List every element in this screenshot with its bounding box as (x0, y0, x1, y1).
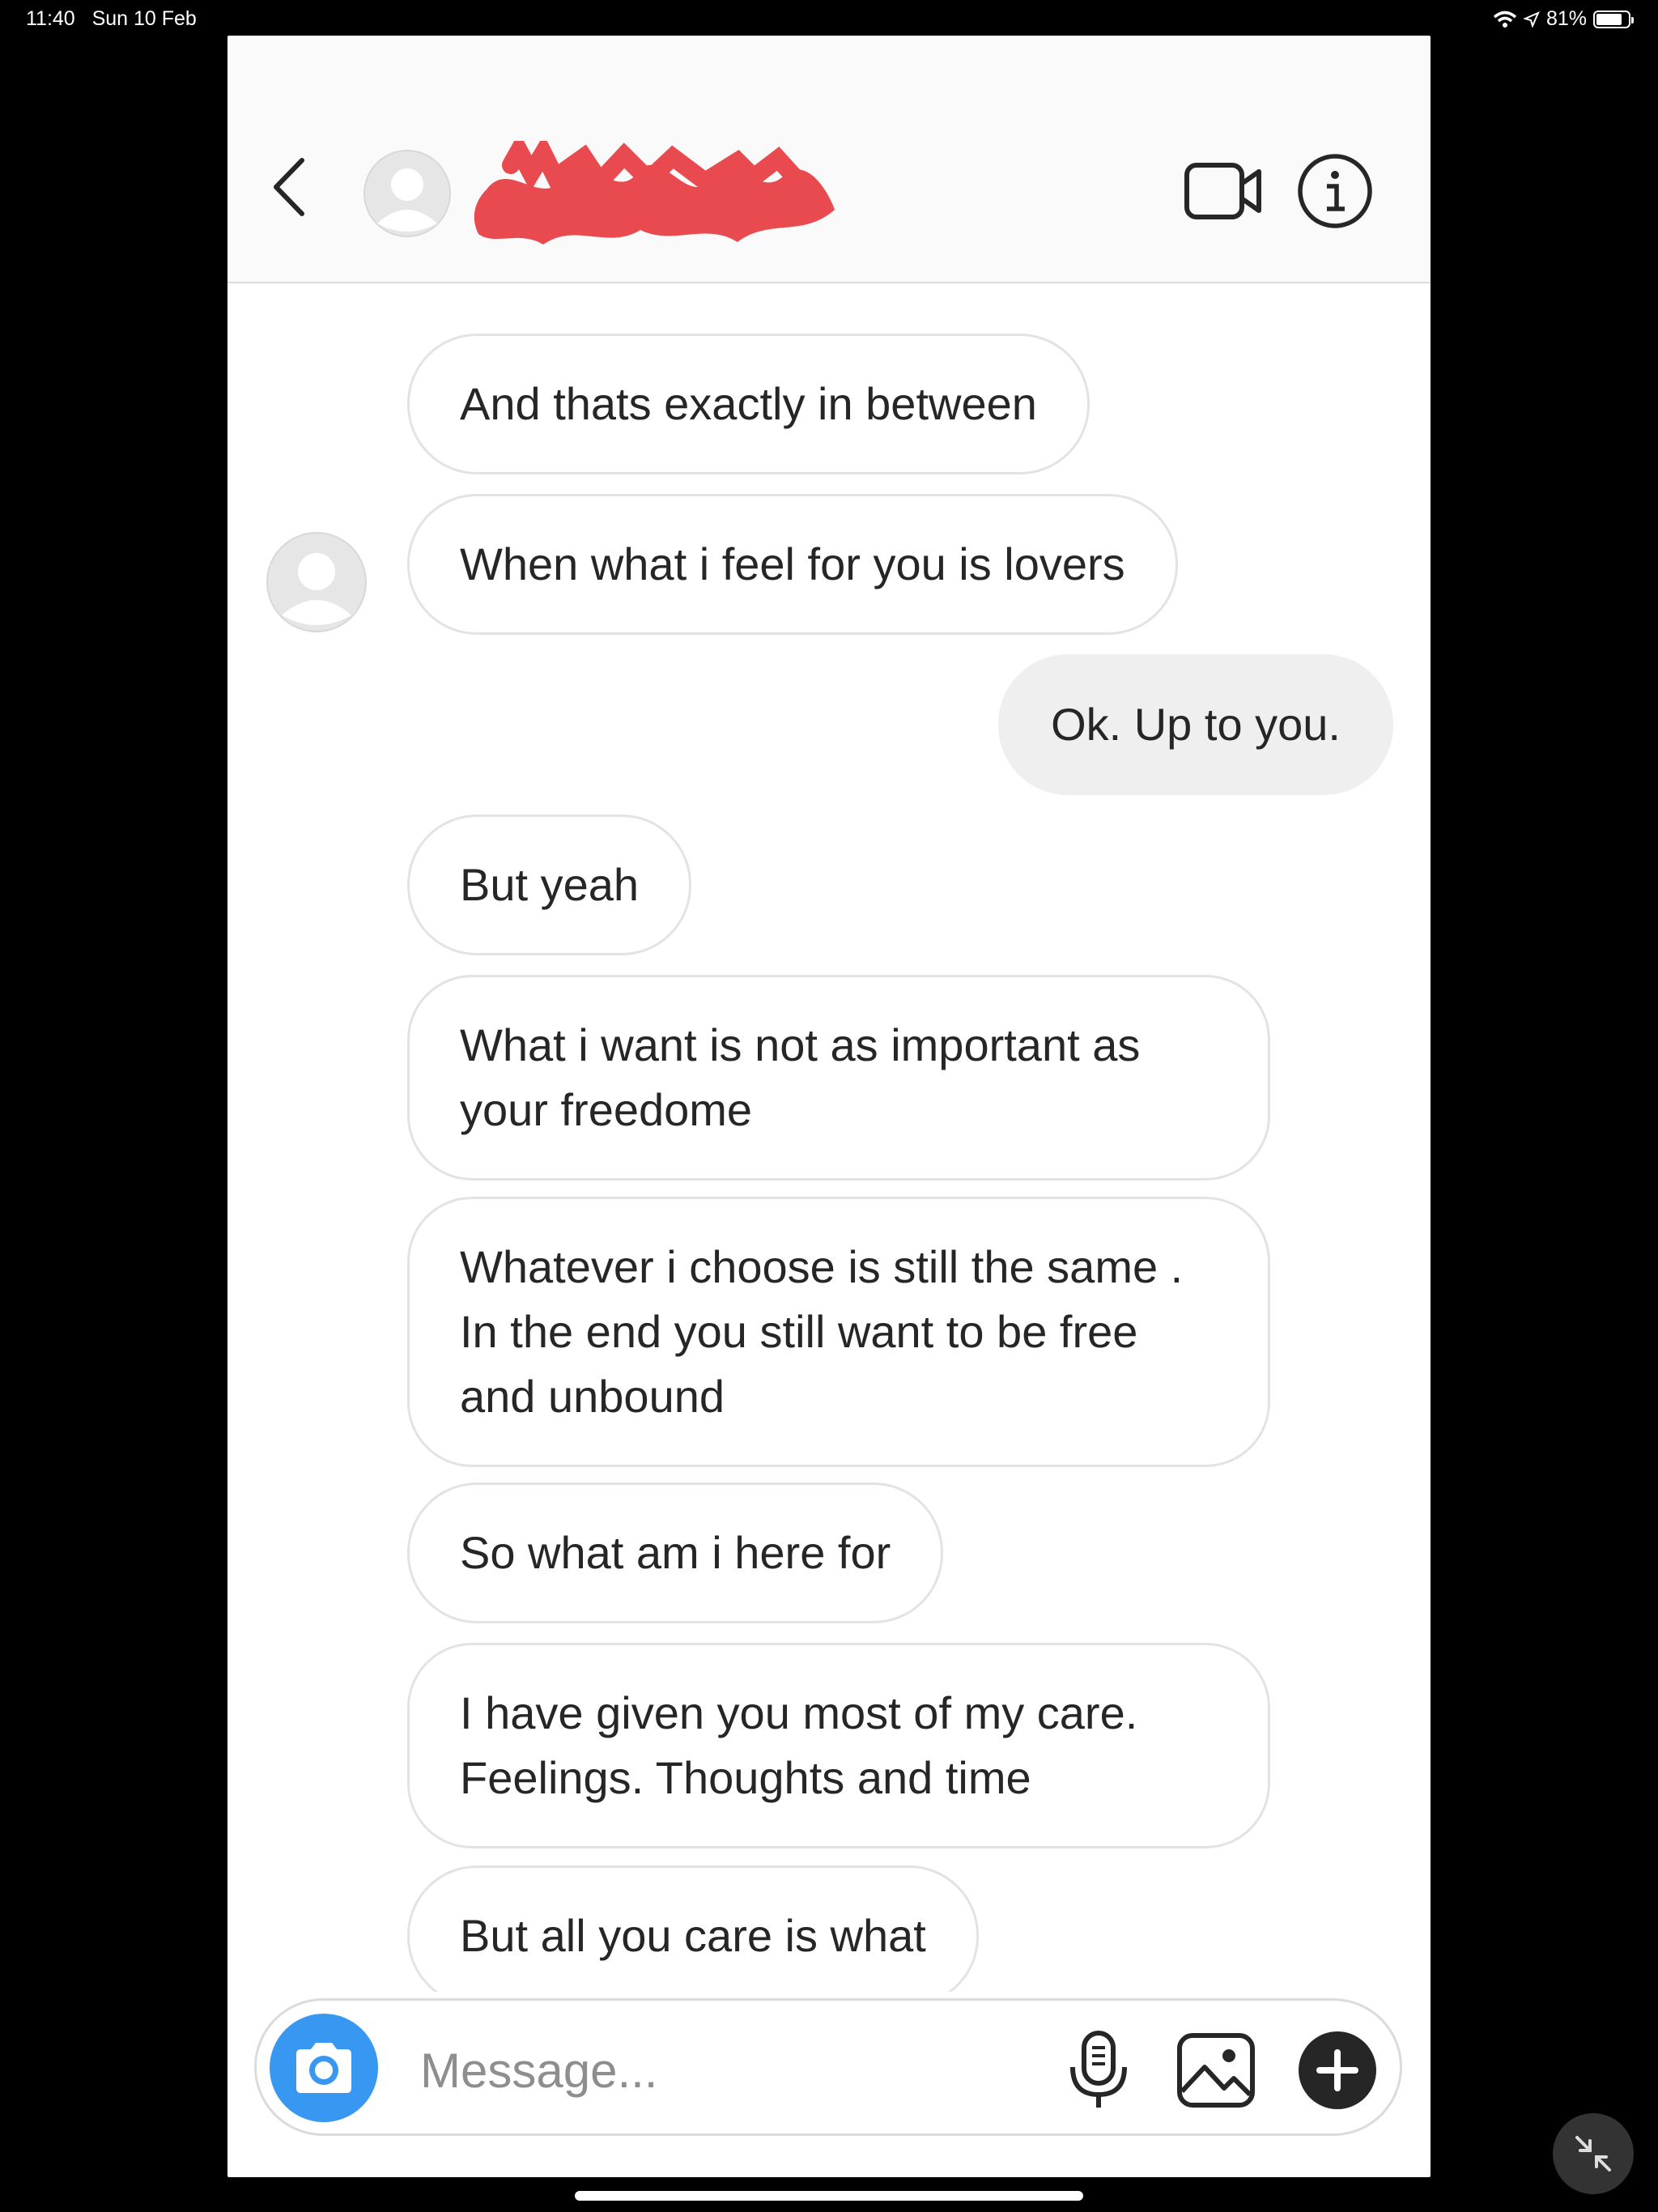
image-icon[interactable] (1175, 2031, 1256, 2109)
status-indicators: 81% (1493, 7, 1634, 31)
message-bubble[interactable]: And thats exactly in between (407, 334, 1090, 474)
chat-header (227, 36, 1431, 283)
message-bubble[interactable]: But yeah (407, 815, 692, 955)
video-call-icon[interactable] (1183, 159, 1264, 223)
location-arrow-icon (1523, 11, 1540, 28)
message-bubble[interactable]: So what am i here for (407, 1482, 944, 1623)
message-bubble[interactable]: I have given you most of my care. Feelin… (407, 1643, 1270, 1848)
battery-percent: 81% (1545, 7, 1587, 30)
minimize-button[interactable] (1553, 2113, 1634, 2194)
camera-button[interactable] (270, 2014, 378, 2122)
microphone-icon[interactable] (1066, 2030, 1131, 2111)
chat-window: And thats exactly in between When what i… (227, 36, 1431, 2177)
info-icon[interactable] (1296, 152, 1374, 230)
plus-icon[interactable] (1297, 2030, 1378, 2111)
sender-avatar[interactable] (266, 531, 368, 633)
status-time: 11:40 Sun 10 Feb (26, 7, 197, 30)
chevron-left-icon (274, 158, 304, 216)
message-bubble[interactable]: When what i feel for you is lovers (407, 494, 1178, 635)
battery-icon (1593, 10, 1634, 28)
message-bubble[interactable]: What i want is not as important as your … (407, 975, 1270, 1180)
wifi-icon (1493, 11, 1517, 28)
message-bubble[interactable]: But all you care is what (407, 1865, 979, 1992)
message-bubble-sent[interactable]: Ok. Up to you. (998, 654, 1393, 795)
status-date: Sun 10 Feb (91, 7, 197, 30)
back-button[interactable] (260, 158, 317, 216)
contact-avatar[interactable] (363, 149, 452, 238)
message-bubble[interactable]: Whatever i choose is still the same . In… (407, 1197, 1270, 1467)
status-bar: 11:40 Sun 10 Feb 81% (0, 0, 1658, 40)
home-indicator[interactable] (575, 2191, 1083, 2201)
message-composer (254, 1998, 1402, 2136)
message-input[interactable] (419, 2033, 908, 2108)
collapse-arrows-icon (1575, 2136, 1611, 2172)
camera-icon (296, 2043, 351, 2093)
redacted-contact-name (474, 141, 835, 245)
message-thread[interactable]: And thats exactly in between When what i… (227, 283, 1431, 1992)
